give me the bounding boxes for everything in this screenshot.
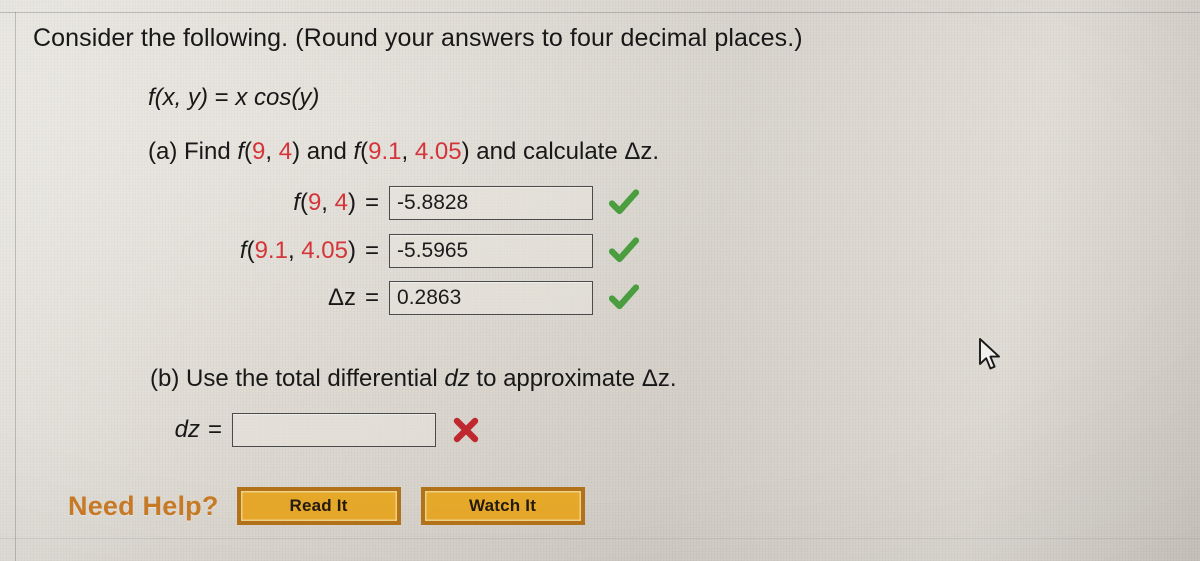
read-it-button[interactable]: Read It [236, 487, 401, 525]
read-it-button-label: Read It [289, 496, 348, 515]
part-b-prefix: (b) Use the total differential [150, 365, 445, 392]
problem-content: Consider the following. (Round your answ… [0, 0, 1200, 561]
answer-label-f-91-405: f(9.1, 4.05) [160, 237, 365, 265]
function-arguments: (x, y) [154, 84, 208, 111]
part-a-f2-open: ( [360, 138, 369, 165]
function-expression: x cos(y) [235, 84, 320, 111]
part-a-f2-close: ) [461, 138, 470, 165]
answer-equals-f-9-4: = [365, 189, 380, 216]
answer-row-f-91-405: f(9.1, 4.05) = [160, 232, 640, 270]
green-check-icon [608, 189, 640, 217]
part-a-suffix: and calculate Δz. [469, 138, 660, 165]
answer-label-dz: dz [174, 416, 200, 443]
part-a-prefix: (a) Find [148, 138, 238, 165]
answer-input-f-91-405[interactable] [389, 234, 594, 268]
watch-it-button[interactable]: Watch It [420, 487, 585, 525]
part-a-mid: and [300, 138, 354, 165]
part-a-f1-arg2: 4 [278, 138, 293, 165]
answer-label-f: f [293, 189, 300, 216]
function-definition: f(x, y) = x cos(y) [148, 84, 319, 112]
green-check-icon [608, 237, 640, 265]
green-check-icon [608, 284, 640, 312]
part-b-suffix: to approximate Δz. [469, 365, 677, 392]
answer-row-delta-z: Δz = [160, 279, 640, 317]
watch-it-button-label: Watch It [468, 496, 537, 515]
answer-equals-delta-z: = [365, 284, 380, 311]
answer-label-arg1: 9.1 [254, 237, 288, 264]
part-a-statement: (a) Find f(9, 4) and f(9.1, 4.05) and ca… [148, 138, 659, 166]
need-help-bar: Need Help? Read It Watch It [68, 487, 605, 525]
answer-label-f: f [239, 237, 247, 264]
answer-equals-f-91-405: = [365, 237, 380, 264]
answer-label-comma: , [321, 189, 335, 216]
part-a-f1-open: ( [244, 138, 253, 165]
answer-label-close: ) [348, 237, 356, 264]
answer-input-f-9-4[interactable] [389, 186, 594, 220]
answer-label-delta-z: Δz [160, 284, 365, 312]
need-help-label: Need Help? [68, 490, 219, 521]
answer-label-comma: , [287, 237, 302, 264]
part-b-dz: dz [444, 365, 470, 392]
function-name: f [148, 84, 155, 111]
part-a-f2-arg1: 9.1 [368, 138, 402, 165]
part-a-f1-close: ) [292, 138, 301, 165]
problem-prompt: Consider the following. (Round your answ… [33, 24, 803, 52]
part-a-f1-arg1: 9 [252, 138, 266, 165]
part-a-f2-arg2: 4.05 [414, 138, 462, 165]
answer-label-close: Δz [327, 284, 356, 311]
answer-label-arg2: 4 [334, 189, 348, 216]
part-a-f2-comma: , [401, 138, 415, 165]
answer-label-open: ( [299, 189, 308, 216]
answer-input-delta-z[interactable] [389, 281, 594, 315]
equals-sign: = [214, 84, 229, 111]
answer-row-dz: dz = [152, 411, 480, 449]
answer-label-f-9-4: f(9, 4) [160, 189, 365, 217]
part-a-f1-comma: , [265, 138, 279, 165]
answer-label-open: ( [246, 237, 255, 264]
answer-input-dz[interactable] [232, 413, 437, 447]
answer-row-f-9-4: f(9, 4) = [160, 184, 640, 222]
answer-label-close: ) [348, 189, 356, 216]
red-x-icon [452, 416, 480, 444]
answer-label-arg1: 9 [307, 189, 322, 216]
answer-equals-dz: = [208, 416, 223, 443]
mouse-pointer-icon [978, 338, 1004, 372]
part-b-statement: (b) Use the total differential dz to app… [150, 365, 677, 393]
answer-label-arg2: 4.05 [301, 237, 348, 264]
